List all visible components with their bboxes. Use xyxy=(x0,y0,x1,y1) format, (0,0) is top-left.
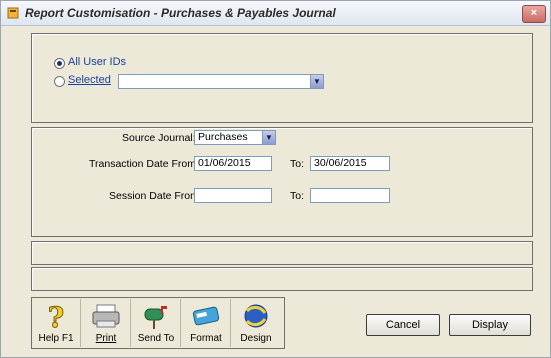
source-journal-select[interactable]: Purchases ▼ xyxy=(194,130,276,145)
session-date-to-input[interactable] xyxy=(310,188,390,203)
help-icon: ? xyxy=(47,301,64,331)
transaction-date-from-label: Transaction Date From: xyxy=(89,158,199,170)
cancel-button[interactable]: Cancel xyxy=(366,314,440,336)
empty-panel-2 xyxy=(31,267,533,291)
help-label: Help F1 xyxy=(38,333,74,344)
radio-selected-dot xyxy=(57,61,62,66)
all-user-ids-radio[interactable] xyxy=(54,58,65,69)
selected-users-radio[interactable] xyxy=(54,76,65,87)
transaction-date-to-input[interactable]: 30/06/2015 xyxy=(310,156,390,171)
mailbox-icon xyxy=(144,306,167,329)
format-icon xyxy=(192,306,220,326)
transaction-date-from-value: 01/06/2015 xyxy=(198,157,251,169)
display-button[interactable]: Display xyxy=(449,314,531,336)
session-date-from-input[interactable] xyxy=(194,188,272,203)
printer-icon xyxy=(92,304,120,328)
all-user-ids-label[interactable]: All User IDs xyxy=(68,56,126,68)
format-button[interactable]: Format xyxy=(182,299,231,347)
filters-panel: Source Journal: Purchases ▼ Transaction … xyxy=(31,127,533,237)
svg-text:?: ? xyxy=(48,301,64,331)
design-button[interactable]: Design xyxy=(232,299,280,347)
transaction-date-to-label: To: xyxy=(290,158,305,170)
empty-panel-1 xyxy=(31,241,533,265)
report-customisation-window: Report Customisation - Purchases & Payab… xyxy=(0,0,551,358)
app-icon xyxy=(7,7,19,19)
transaction-date-to-value: 30/06/2015 xyxy=(314,157,367,169)
transaction-date-from-input[interactable]: 01/06/2015 xyxy=(194,156,272,171)
design-icon xyxy=(244,304,268,328)
user-ids-panel: All User IDs Selected ▼ xyxy=(31,33,533,123)
help-button[interactable]: ? Help F1 xyxy=(32,299,81,347)
session-date-from-label: Session Date From: xyxy=(109,190,202,202)
close-button[interactable]: × xyxy=(522,5,546,23)
title-bar: Report Customisation - Purchases & Payab… xyxy=(1,1,550,26)
session-date-to-label: To: xyxy=(290,190,305,202)
chevron-down-icon[interactable]: ▼ xyxy=(310,75,323,88)
report-toolbar: ? Help F1 Print Send To Format Design xyxy=(31,297,285,349)
selected-users-label[interactable]: Selected xyxy=(68,74,111,86)
chevron-down-icon[interactable]: ▼ xyxy=(262,131,275,144)
send-to-label: Send To xyxy=(137,333,175,344)
selected-users-dropdown[interactable]: ▼ xyxy=(118,74,324,89)
source-journal-value: Purchases xyxy=(198,131,248,143)
send-to-button[interactable]: Send To xyxy=(132,299,181,347)
source-journal-label: Source Journal: xyxy=(122,132,196,144)
window-title: Report Customisation - Purchases & Payab… xyxy=(25,6,336,20)
print-label: Print xyxy=(95,333,117,344)
print-button[interactable]: Print xyxy=(82,299,131,347)
design-label: Design xyxy=(240,333,272,344)
format-label: Format xyxy=(190,333,222,344)
